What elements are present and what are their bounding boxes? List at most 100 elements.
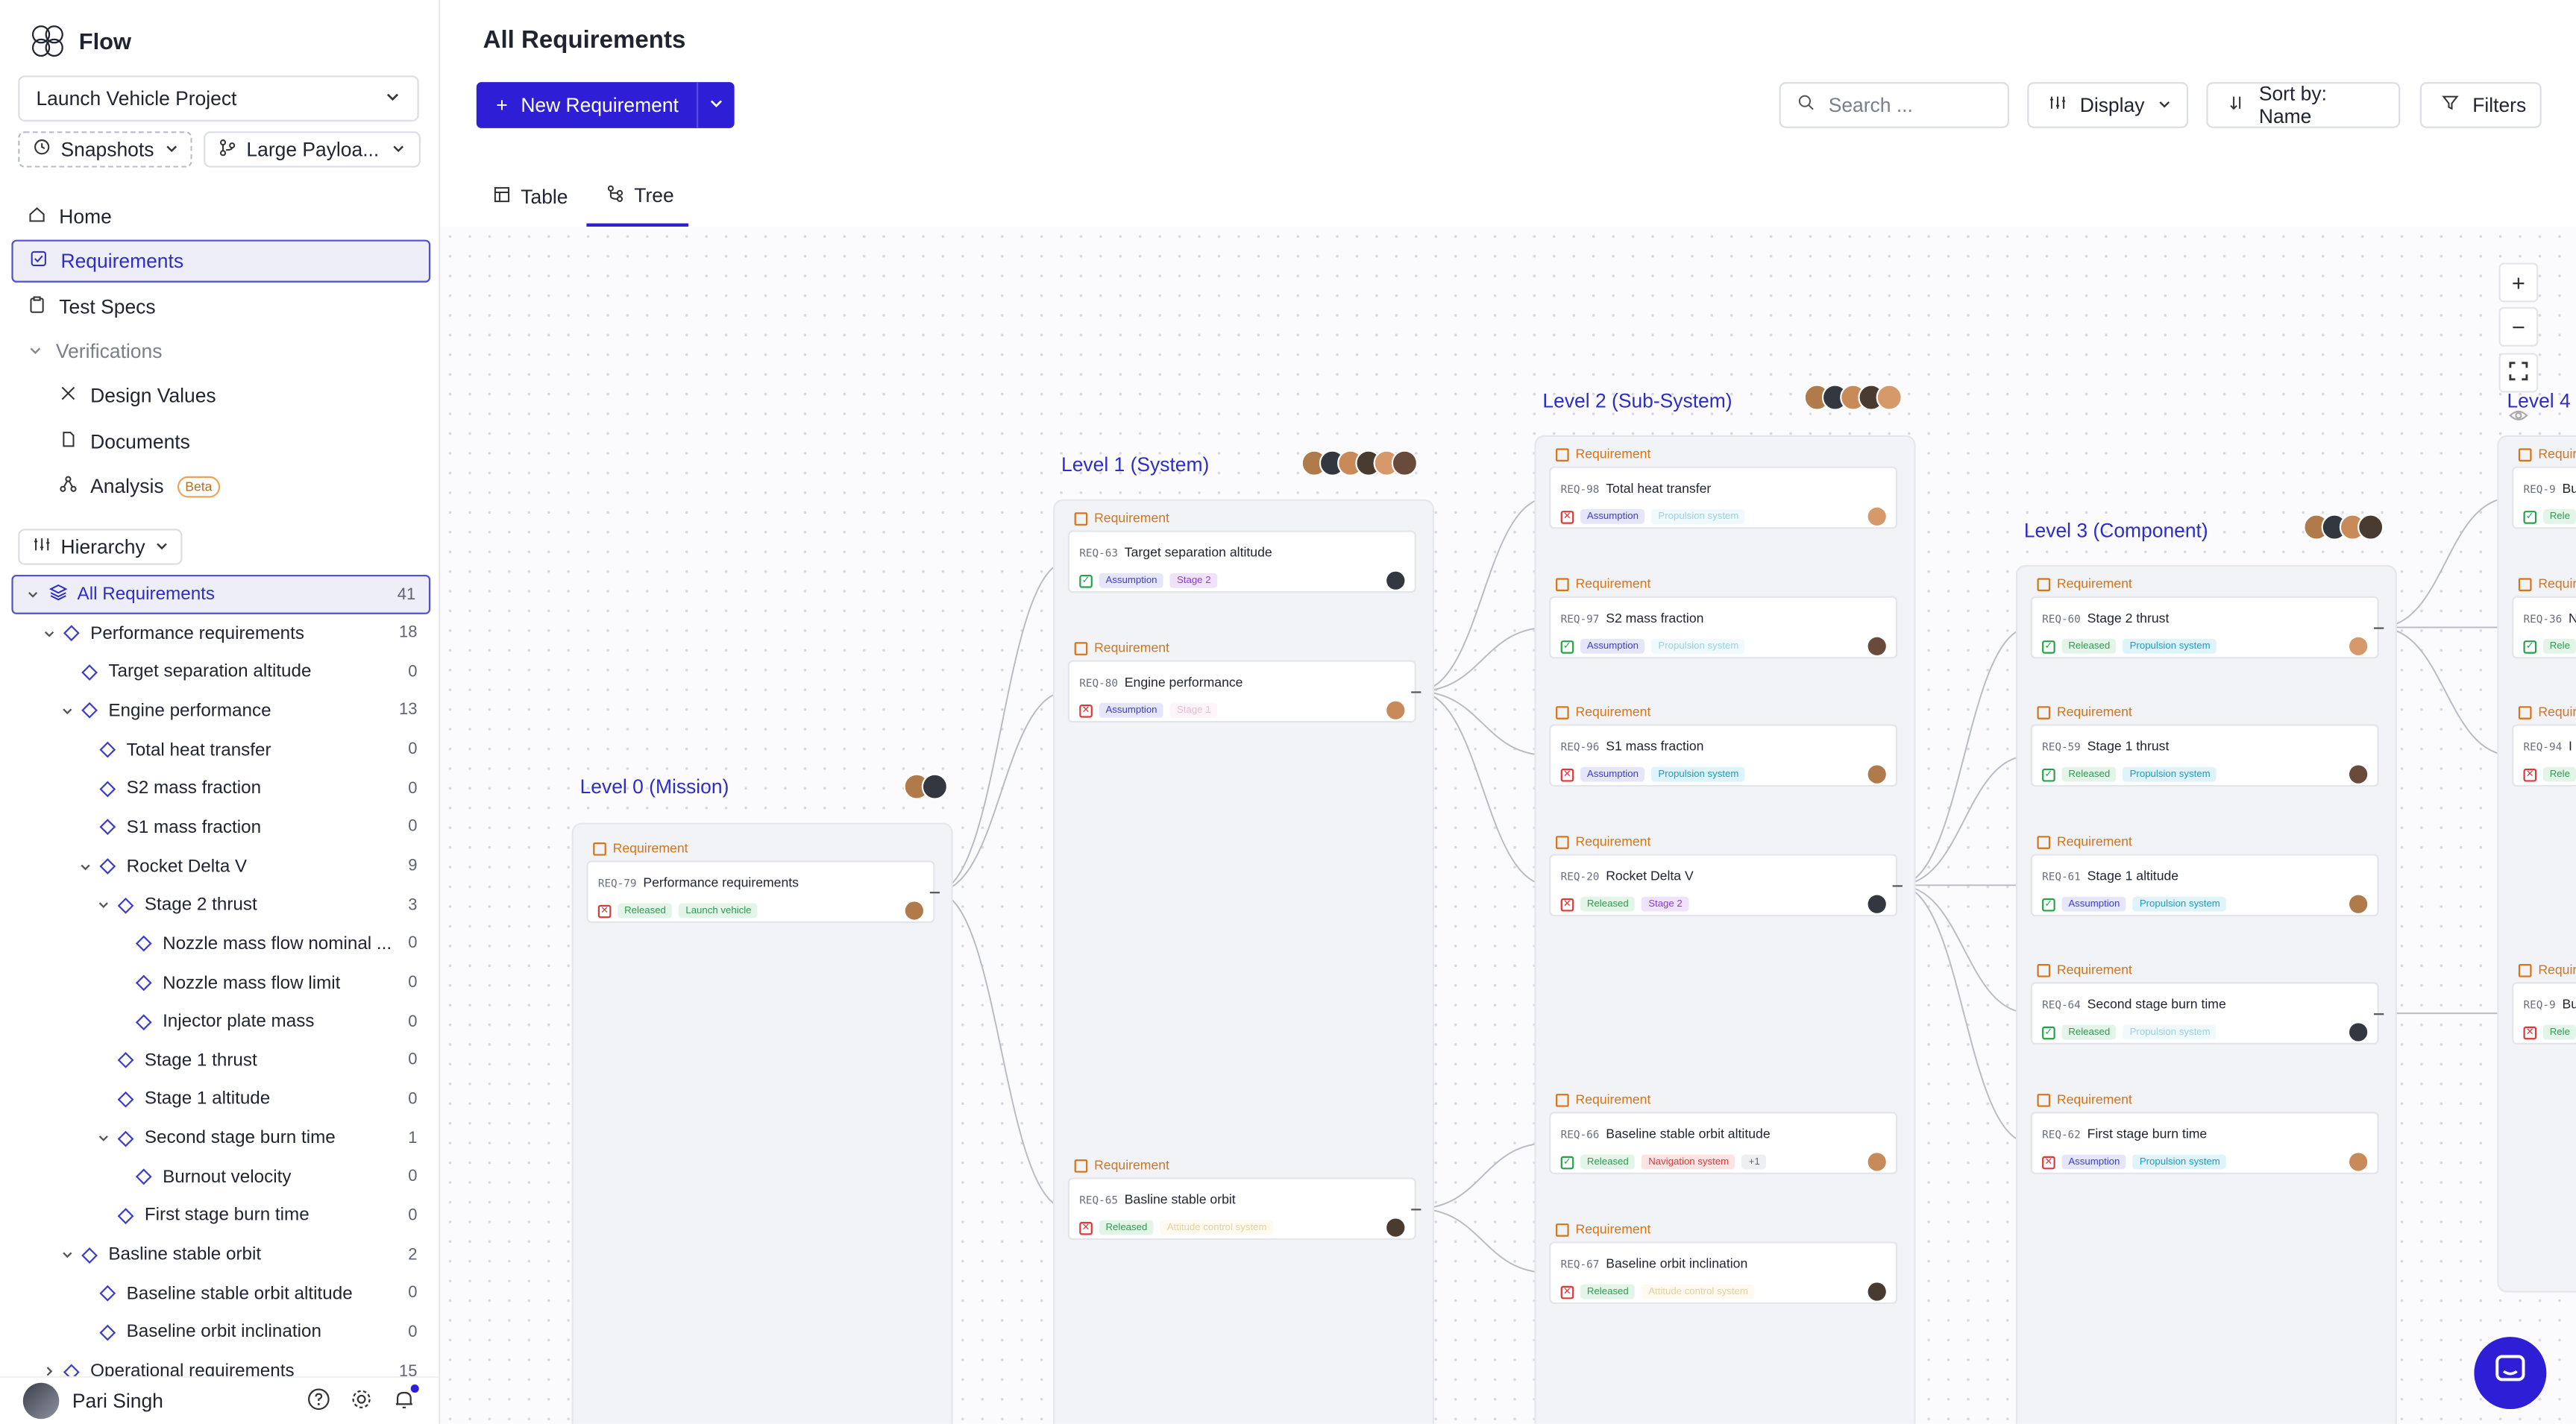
- requirement-card[interactable]: REQ-59 Stage 1 thrust ✓ Released Propulsion …: [2030, 724, 2379, 787]
- requirement-card[interactable]: REQ-66 Baseline stable orbit altitude ✓ Rel…: [1549, 1112, 1898, 1175]
- sort-button[interactable]: Sort by: Name: [2206, 82, 2401, 128]
- branch-selector[interactable]: Large Payloa...: [204, 131, 421, 168]
- tree-canvas[interactable]: Level 0 (Mission) Level 1 (System) Level 2…: [440, 226, 2576, 1424]
- new-requirement-button[interactable]: + New Requirement: [476, 82, 735, 128]
- requirement-card[interactable]: REQ-60 Stage 2 thrust ✓ Released Propulsion …: [2030, 596, 2379, 659]
- tree-item[interactable]: Nozzle mass flow limit 0: [11, 963, 430, 1003]
- chevron-down-icon[interactable]: [79, 860, 92, 873]
- tree-item[interactable]: First stage burn time 0: [11, 1196, 430, 1235]
- tree-item[interactable]: Second stage burn time 1: [11, 1118, 430, 1158]
- requirement-card[interactable]: REQ-20 Rocket Delta V ✕ Released Stage 2: [1549, 854, 1898, 917]
- tree-item-all-requirements[interactable]: All Requirements 41: [11, 574, 431, 614]
- nav-design-values[interactable]: Design Values: [43, 374, 430, 417]
- new-requirement-dropdown[interactable]: [698, 94, 734, 117]
- requirement-card[interactable]: REQ-9 Bu ✓ Rele: [2512, 466, 2576, 529]
- app-logo[interactable]: Flow: [30, 19, 131, 62]
- requirement-card[interactable]: REQ-96 S1 mass fraction ✕ Assumption Propuls…: [1549, 724, 1898, 787]
- card-footer: ✕ Assumption Propulsion system: [2042, 1154, 2227, 1170]
- tree-item[interactable]: Engine performance 13: [11, 691, 430, 731]
- tree-item[interactable]: Nozzle mass flow nominal ... 0: [11, 924, 430, 964]
- tab-table[interactable]: Table: [493, 168, 568, 227]
- chat-launcher-button[interactable]: [2474, 1337, 2547, 1410]
- card-footer: ✓ Assumption Propulsion system: [2042, 896, 2227, 912]
- tree-item[interactable]: Basline stable orbit 2: [11, 1235, 430, 1275]
- requirement-card[interactable]: REQ-67 Baseline orbit inclination ✕ Release…: [1549, 1241, 1898, 1305]
- chevron-down-icon[interactable]: [43, 627, 56, 640]
- tree-item[interactable]: Stage 1 altitude 0: [11, 1080, 430, 1119]
- requirement-card[interactable]: REQ-36 N ✓ Rele: [2512, 596, 2576, 659]
- chevron-down-icon[interactable]: [26, 588, 40, 602]
- avatar: [1386, 1218, 1405, 1237]
- requirement-card[interactable]: REQ-9 Bu ✕ Rele: [2512, 982, 2576, 1045]
- card-type-label: Requirement: [2518, 576, 2576, 591]
- requirement-card[interactable]: REQ-63 Target separation altitude ✓ Assumpt…: [1067, 530, 1416, 593]
- snapshots-button[interactable]: Snapshots: [18, 131, 192, 168]
- gear-icon[interactable]: [350, 1387, 373, 1415]
- tree-item[interactable]: Total heat transfer 0: [11, 730, 430, 769]
- chevron-down-icon[interactable]: [61, 1248, 75, 1261]
- hierarchy-selector[interactable]: Hierarchy: [18, 529, 183, 565]
- eye-icon[interactable]: [2509, 404, 2528, 434]
- nav-documents[interactable]: Documents: [43, 420, 430, 463]
- tree-item[interactable]: Injector plate mass 0: [11, 1002, 430, 1042]
- tree-item[interactable]: Target separation altitude 0: [11, 652, 430, 692]
- requirement-card[interactable]: REQ-80 Engine performance ✕ Assumption Stage…: [1067, 660, 1416, 723]
- avatar[interactable]: [22, 1382, 60, 1420]
- search-input[interactable]: Search ...: [1779, 82, 2010, 128]
- collapse-node-button[interactable]: [1892, 885, 1903, 887]
- display-button[interactable]: Display: [2027, 82, 2189, 128]
- chevron-down-icon[interactable]: [97, 1132, 110, 1145]
- tree-item[interactable]: Burnout velocity 0: [11, 1157, 430, 1197]
- tree-item[interactable]: Stage 2 thrust 3: [11, 886, 430, 925]
- filters-button[interactable]: Filters: [2419, 82, 2542, 128]
- nav-home[interactable]: Home: [11, 195, 430, 238]
- zoom-out-button[interactable]: −: [2498, 306, 2539, 347]
- collapse-node-button[interactable]: [1411, 1209, 1421, 1211]
- collapse-node-button[interactable]: [929, 892, 940, 894]
- requirement-card[interactable]: REQ-98 Total heat transfer ✕ Assumption Prop…: [1549, 466, 1898, 529]
- requirement-card[interactable]: REQ-61 Stage 1 altitude ✓ Assumption Propuls…: [2030, 854, 2379, 917]
- tree-item[interactable]: Stage 1 thrust 0: [11, 1041, 430, 1080]
- avatar: [1391, 450, 1419, 476]
- card-type-label: Requirement: [2518, 963, 2576, 977]
- requirement-card[interactable]: REQ-97 S2 mass fraction ✓ Assumption Propuls…: [1549, 596, 1898, 659]
- verified-check-icon: ✓: [2523, 639, 2537, 653]
- help-icon[interactable]: [307, 1387, 330, 1415]
- collapse-node-button[interactable]: [2374, 1013, 2384, 1015]
- requirement-card[interactable]: REQ-62 First stage burn time ✕ Assumption Pr…: [2030, 1112, 2379, 1175]
- collapse-node-button[interactable]: [1411, 691, 1421, 693]
- project-selector[interactable]: Launch Vehicle Project: [18, 75, 419, 122]
- nav-test-specs[interactable]: Test Specs: [11, 286, 430, 328]
- new-requirement-main[interactable]: + New Requirement: [477, 82, 699, 128]
- bell-icon[interactable]: [392, 1384, 419, 1415]
- tree-item[interactable]: S2 mass fraction 0: [11, 769, 430, 808]
- nav-requirements[interactable]: Requirements: [11, 239, 431, 283]
- tree-item[interactable]: Rocket Delta V 9: [11, 847, 430, 886]
- card-type-text: Requirement: [1575, 447, 1651, 461]
- tree-item[interactable]: S1 mass fraction 0: [11, 808, 430, 848]
- nav-analysis[interactable]: Analysis Beta: [43, 464, 430, 507]
- tree-item[interactable]: Performance requirements 18: [11, 614, 430, 653]
- tree-item[interactable]: Baseline orbit inclination 0: [11, 1313, 430, 1352]
- tree-item-count: 13: [399, 702, 418, 720]
- tab-tree[interactable]: Tree: [586, 168, 688, 227]
- chevron-down-icon[interactable]: [97, 898, 110, 912]
- fit-view-button[interactable]: [2498, 353, 2539, 393]
- avatar: [2349, 1153, 2368, 1171]
- card-type-text: Requirement: [2056, 705, 2132, 719]
- chevron-down-icon[interactable]: [61, 705, 75, 718]
- tree-edge: [2378, 626, 2513, 757]
- card-footer: ✕ Assumption Propulsion system: [1560, 508, 1746, 524]
- requirement-diamond-icon: [81, 702, 98, 719]
- requirement-card[interactable]: REQ-94 I ✕ Rele: [2512, 724, 2576, 787]
- nav-verifications[interactable]: Verifications: [11, 330, 430, 373]
- requirement-card[interactable]: REQ-79 Performance requirements ✕ Released L…: [586, 860, 935, 923]
- requirement-card[interactable]: REQ-64 Second stage burn time ✓ Released Pro…: [2030, 982, 2379, 1045]
- filter-icon: [2441, 94, 2459, 117]
- collapse-node-button[interactable]: [2374, 627, 2384, 629]
- tree-edge: [1416, 1142, 1550, 1210]
- requirement-card[interactable]: REQ-65 Basline stable orbit ✕ Released Attit…: [1067, 1177, 1416, 1241]
- tree-item[interactable]: Baseline stable orbit altitude 0: [11, 1274, 430, 1314]
- requirement-tag: Assumption: [2061, 896, 2127, 912]
- zoom-in-button[interactable]: +: [2498, 262, 2539, 303]
